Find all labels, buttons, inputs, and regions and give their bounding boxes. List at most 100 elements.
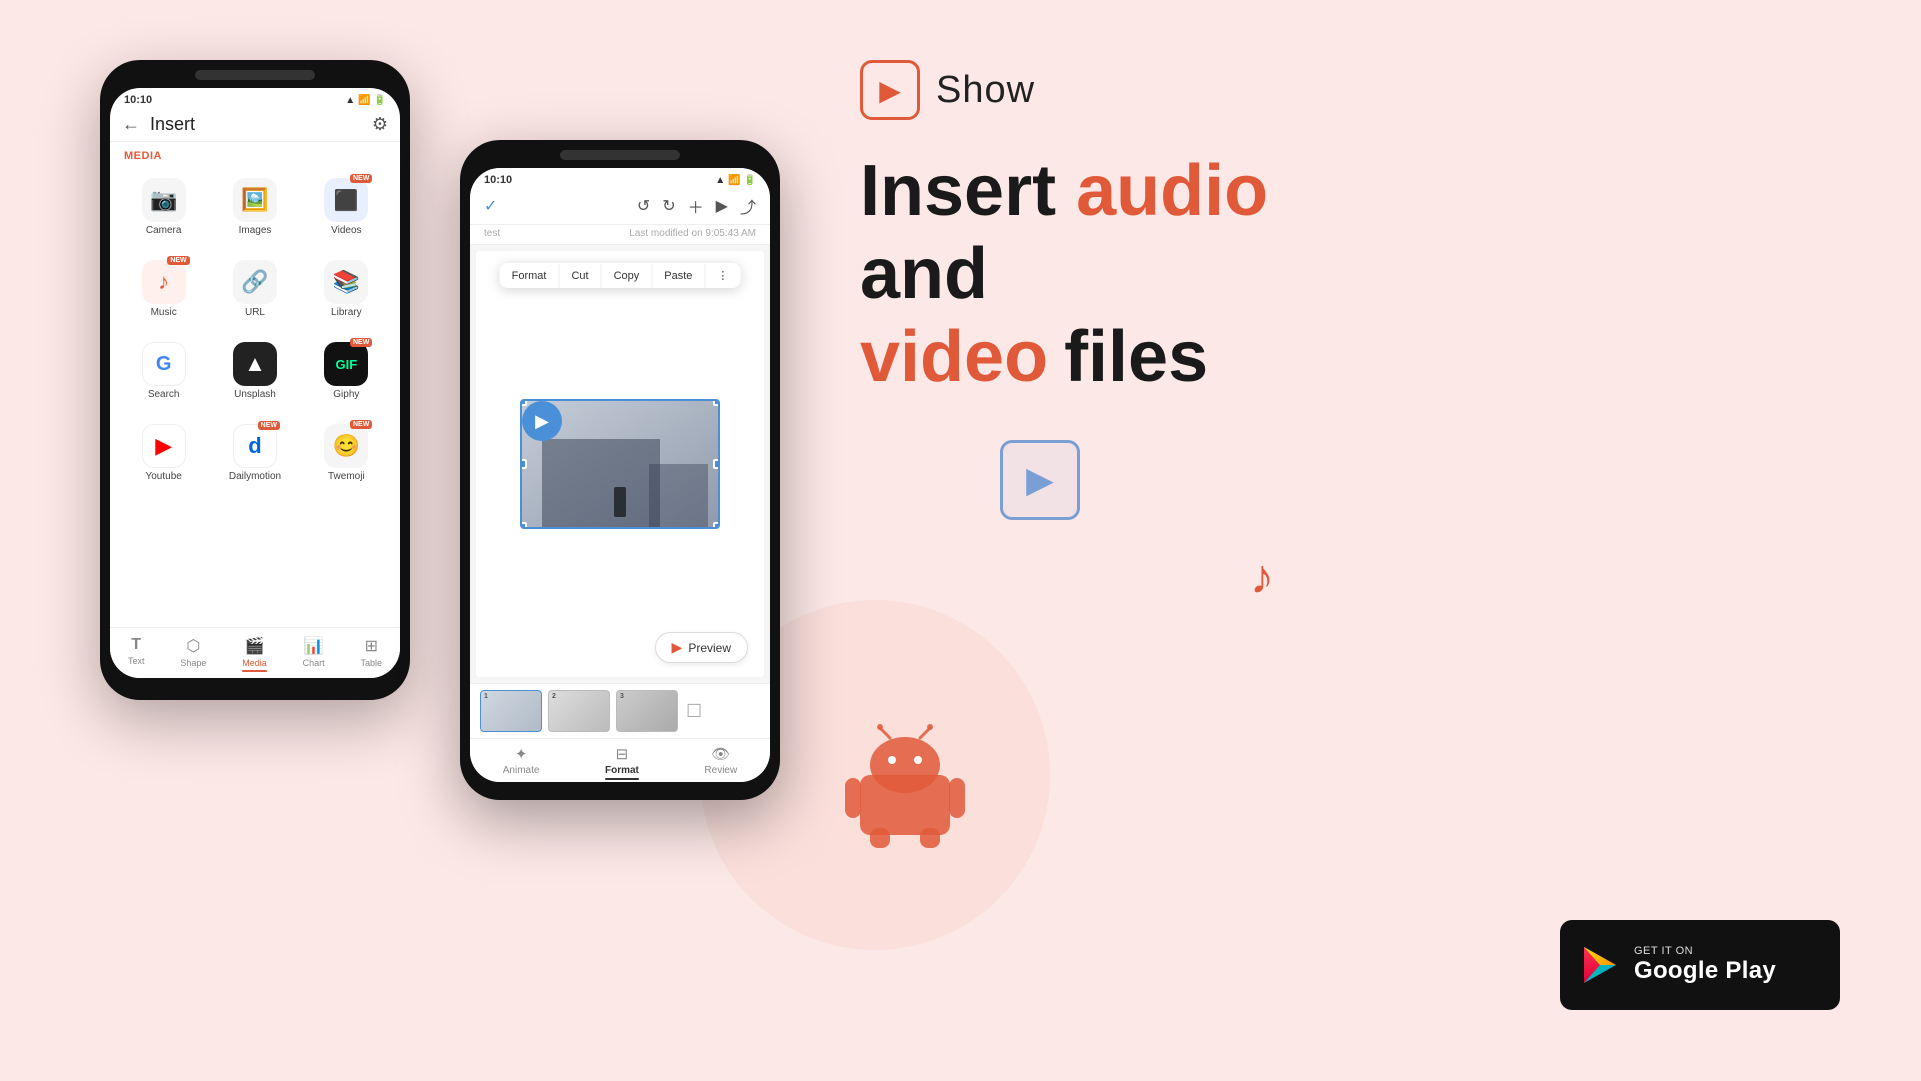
icon-images[interactable]: 🖼️ Images — [211, 170, 298, 244]
tab-chart[interactable]: 📊 Chart — [297, 634, 331, 674]
status-time-left: 10:10 — [124, 94, 152, 106]
checkmark-icon[interactable]: ✓ — [484, 196, 497, 216]
videos-label: Videos — [331, 225, 361, 236]
icon-unsplash[interactable]: ▲ Unsplash — [211, 334, 298, 408]
slide-thumb-1[interactable]: 1 — [480, 690, 542, 732]
camera-label: Camera — [146, 225, 182, 236]
status-icons-right: ▲ 📶 🔋 — [715, 175, 756, 186]
icon-grid-row4: ▶ Youtube d NEW Dailymotion 😊 NEW Twemoj… — [110, 412, 400, 494]
slide-thumb-3[interactable]: 3 — [616, 690, 678, 732]
slide-strip: 1 2 3 ☐ — [470, 683, 770, 738]
brand-logo-icon: ▶ — [879, 74, 901, 107]
icon-dailymotion[interactable]: d NEW Dailymotion — [211, 416, 298, 490]
icon-search[interactable]: G Search — [120, 334, 207, 408]
right-phone: 10:10 ▲ 📶 🔋 ✓ ↺ ↻ ＋ ▶ ⤴ test Last modifi… — [460, 140, 780, 800]
handle-mid-right[interactable] — [713, 459, 720, 469]
share-icon[interactable]: ⤴ — [740, 194, 756, 218]
footer-tab-review[interactable]: 👁 Review — [704, 745, 737, 780]
deco-video-icon: ▶ — [1000, 440, 1080, 520]
icon-youtube[interactable]: ▶ Youtube — [120, 416, 207, 490]
headline-files: files — [1064, 316, 1208, 399]
phone-notch — [195, 70, 315, 80]
redo-icon[interactable]: ↻ — [662, 196, 675, 216]
music-label: Music — [151, 307, 177, 318]
tab-shape[interactable]: ⬡ Shape — [174, 634, 212, 674]
giphy-icon-circle: GIF NEW — [324, 342, 368, 386]
daily-badge: NEW — [258, 421, 280, 430]
format-label: Format — [605, 765, 639, 776]
android-svg — [840, 720, 970, 850]
animate-label: Animate — [503, 765, 540, 776]
icon-giphy[interactable]: GIF NEW Giphy — [303, 334, 390, 408]
icon-twemoji[interactable]: 😊 NEW Twemoji — [303, 416, 390, 490]
images-label: Images — [239, 225, 272, 236]
handle-top-right[interactable] — [713, 399, 720, 406]
footer-tab-format[interactable]: ⊟ Format — [605, 745, 639, 780]
headline-audio-accent: audio — [1076, 151, 1268, 231]
youtube-icon-circle: ▶ — [142, 424, 186, 468]
tab-text[interactable]: T Text — [122, 634, 151, 674]
format-tab-underline — [605, 778, 639, 780]
icon-grid-row1: 📷 Camera 🖼️ Images ⬛ NEW Videos — [110, 166, 400, 248]
brand-name: Show — [936, 69, 1035, 112]
icon-music[interactable]: ♪ NEW Music — [120, 252, 207, 326]
handle-bottom-right[interactable] — [713, 522, 720, 529]
video-element[interactable]: ▶ — [520, 399, 720, 529]
slide-thumb-2[interactable]: 2 — [548, 690, 610, 732]
ctx-more[interactable]: ⋮ — [705, 263, 740, 288]
ctx-format[interactable]: Format — [500, 264, 560, 288]
icon-library[interactable]: 📚 Library — [303, 252, 390, 326]
shape-tab-icon: ⬡ — [186, 636, 200, 656]
footer-tab-animate[interactable]: ✦ Animate — [503, 745, 540, 780]
review-label: Review — [704, 765, 737, 776]
ctx-copy[interactable]: Copy — [602, 264, 653, 288]
handle-mid-left[interactable] — [520, 459, 527, 469]
icon-camera[interactable]: 📷 Camera — [120, 170, 207, 244]
animate-icon: ✦ — [515, 745, 528, 763]
gplay-get-it-text: GET IT ON — [1634, 945, 1776, 957]
giphy-badge: NEW — [350, 338, 372, 347]
google-play-badge[interactable]: GET IT ON Google Play — [1560, 920, 1840, 1010]
play-icon[interactable]: ▶ — [716, 196, 728, 216]
search-icon-circle: G — [142, 342, 186, 386]
tab-media[interactable]: 🎬 Media — [236, 634, 273, 674]
icon-grid-row2: ♪ NEW Music 🔗 URL 📚 Library — [110, 248, 400, 330]
add-slide-button[interactable]: ☐ — [686, 701, 702, 722]
add-icon[interactable]: ＋ — [688, 194, 704, 218]
bottom-tab-bar: T Text ⬡ Shape 🎬 Media 📊 Chart ⊞ Table — [110, 627, 400, 678]
handle-bottom-left[interactable] — [520, 522, 527, 529]
icon-url[interactable]: 🔗 URL — [211, 252, 298, 326]
android-mascot — [840, 720, 970, 850]
status-bar-right: 10:10 ▲ 📶 🔋 — [470, 168, 770, 188]
slide-editing-area[interactable]: Format Cut Copy Paste ⋮ ▶ — [476, 251, 764, 677]
preview-button[interactable]: ▶ Preview — [655, 632, 748, 663]
icon-videos[interactable]: ⬛ NEW Videos — [303, 170, 390, 244]
back-button[interactable]: ← — [122, 114, 140, 135]
chart-tab-label: Chart — [303, 658, 325, 668]
gplay-text: GET IT ON Google Play — [1634, 945, 1776, 985]
table-tab-icon: ⊞ — [365, 636, 378, 656]
handle-top-left[interactable] — [520, 399, 527, 406]
ctx-cut[interactable]: Cut — [559, 264, 601, 288]
gplay-logo — [1580, 945, 1620, 985]
images-icon-circle: 🖼️ — [233, 178, 277, 222]
video-play-button[interactable]: ▶ — [522, 401, 562, 441]
ctx-paste[interactable]: Paste — [652, 264, 705, 288]
music-icon-circle: ♪ NEW — [142, 260, 186, 304]
deco-play-icon: ▶ — [1026, 459, 1054, 501]
dailymotion-label: Dailymotion — [229, 471, 281, 482]
table-tab-label: Table — [361, 658, 383, 668]
media-tab-icon: 🎬 — [245, 636, 265, 656]
undo-icon[interactable]: ↺ — [637, 196, 650, 216]
library-label: Library — [331, 307, 362, 318]
format-icon: ⊟ — [616, 745, 629, 763]
tab-table[interactable]: ⊞ Table — [355, 634, 389, 674]
status-time-right: 10:10 — [484, 174, 512, 186]
editor-subtitle-bar: test Last modified on 9:05:43 AM — [470, 225, 770, 245]
settings-icon[interactable]: ⚙ — [372, 114, 388, 135]
text-tab-icon: T — [131, 636, 141, 654]
youtube-label: Youtube — [145, 471, 181, 482]
twemoji-badge: NEW — [350, 420, 372, 429]
brand-logo: ▶ — [860, 60, 920, 120]
context-menu: Format Cut Copy Paste ⋮ — [500, 263, 741, 288]
